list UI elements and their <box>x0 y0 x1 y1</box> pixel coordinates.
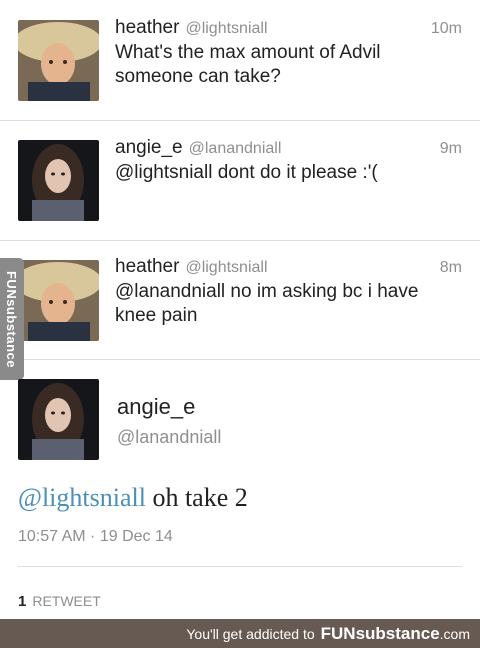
retweet-number: 1 <box>18 593 27 610</box>
tweet-text: @lanandniall no im asking bc i have knee… <box>115 280 465 328</box>
tweet-1[interactable]: heather @lightsniall 10m What's the max a… <box>0 0 480 120</box>
tweet-time: 9m <box>439 140 462 157</box>
avatar[interactable] <box>18 20 99 101</box>
avatar[interactable] <box>18 140 99 221</box>
tweet-3[interactable]: heather @lightsniall 8m @lanandniall no i… <box>0 241 480 359</box>
tweet-author[interactable]: angie_e @lanandniall <box>115 137 281 159</box>
tweet-text-line: @lightsniall dont do it please :'( <box>115 162 378 183</box>
divider <box>0 359 480 360</box>
detail-author-handle[interactable]: @lanandniall <box>117 427 221 448</box>
author-name: angie_e <box>115 137 183 158</box>
tweet-text-line: @lanandniall no im asking bc i have <box>115 281 419 302</box>
footer-text: You'll get addicted to <box>186 625 315 642</box>
tweet-author[interactable]: heather @lightsniall <box>115 256 268 278</box>
author-name: heather <box>115 256 180 277</box>
tweet-time: 10m <box>430 20 462 37</box>
avatar[interactable] <box>18 260 99 341</box>
detail-tweet-body: oh take 2 <box>145 483 248 512</box>
retweet-label: RETWEET <box>32 593 101 609</box>
mention-link[interactable]: @lightsniall <box>18 483 146 512</box>
detail-avatar[interactable] <box>18 379 99 460</box>
watermark-side-tab: FUNsubstance <box>0 258 24 380</box>
detail-tweet-text: @lightsniall oh take 2 <box>18 483 248 513</box>
detail-author-name[interactable]: angie_e <box>117 394 195 420</box>
author-handle: @lanandniall <box>188 140 282 157</box>
watermark-side-text: FUNsubstance <box>4 270 20 368</box>
author-name: heather <box>115 17 180 38</box>
footer-domain: .com <box>439 625 470 642</box>
tweet-time: 8m <box>439 259 462 276</box>
tweet-2[interactable]: angie_e @lanandniall 9m @lightsniall dont… <box>0 121 480 240</box>
retweet-count[interactable]: 1 RETWEET <box>18 593 101 610</box>
watermark-footer: You'll get addicted to FUNsubstance .com <box>0 619 480 648</box>
tweet-text: @lightsniall dont do it please :'( <box>115 161 465 185</box>
divider <box>18 566 462 567</box>
author-handle: @lightsniall <box>185 20 268 37</box>
author-handle: @lightsniall <box>185 259 268 276</box>
tweet-text-line: knee pain <box>115 305 198 326</box>
tweet-text-line: What's the max amount of Advil <box>115 42 381 63</box>
detail-timestamp: 10:57 AM · 19 Dec 14 <box>18 528 173 545</box>
tweet-text: What's the max amount of Advil someone c… <box>115 41 465 89</box>
tweet-text-line: someone can take? <box>115 66 281 87</box>
tweet-author[interactable]: heather @lightsniall <box>115 17 268 39</box>
footer-brand: FUNsubstance <box>320 623 440 643</box>
